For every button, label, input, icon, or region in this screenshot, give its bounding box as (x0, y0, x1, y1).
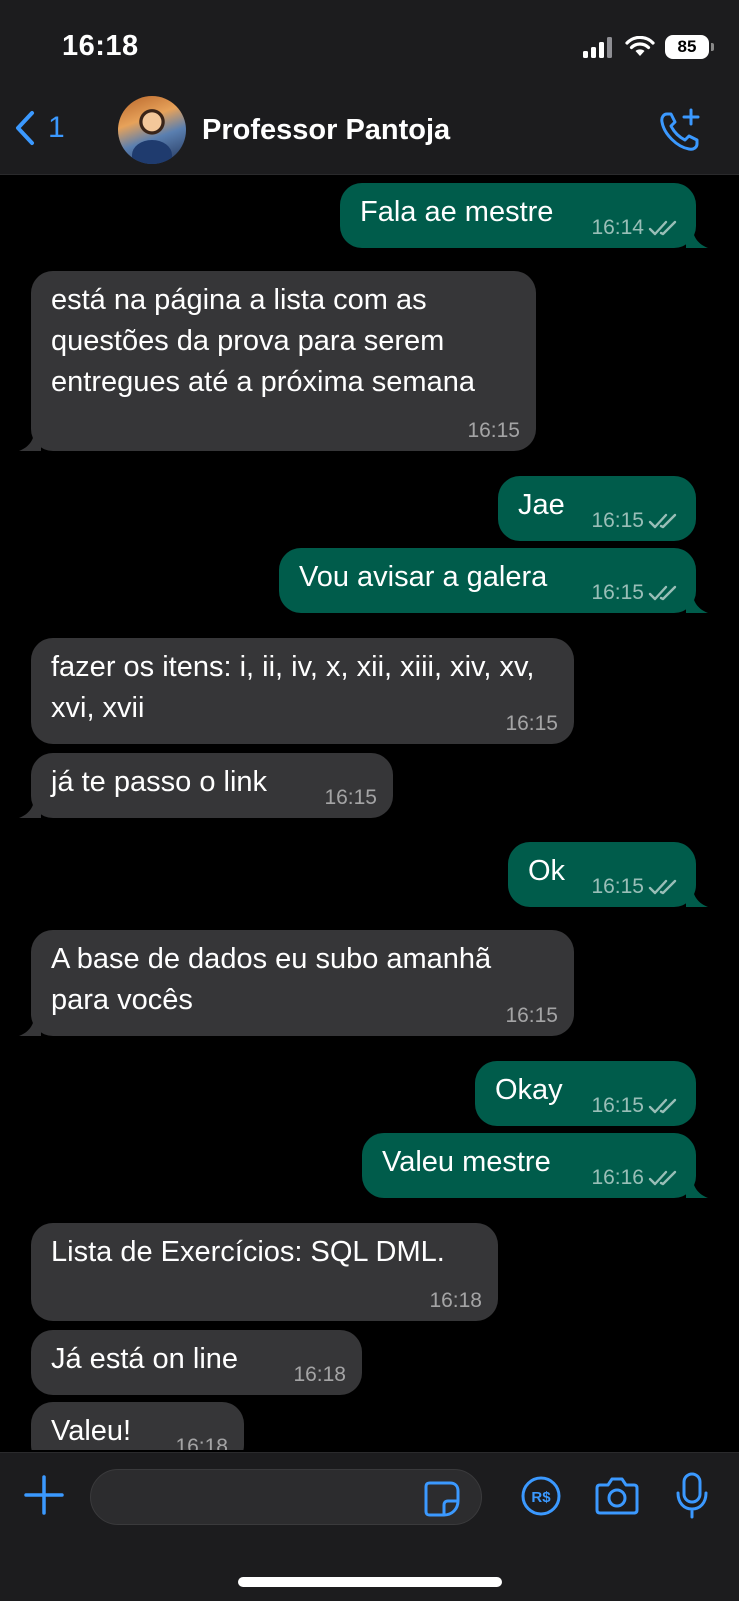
message-bubble-outgoing[interactable]: Vou avisar a galera 16:15 (279, 548, 708, 613)
message-bubble-incoming[interactable]: fazer os itens: i, ii, iv, x, xii, xiii,… (31, 638, 574, 744)
message-bubble-outgoing[interactable]: Fala ae mestre 16:14 (340, 183, 708, 248)
battery-level: 85 (677, 37, 697, 56)
message-time: 16:18 (175, 1435, 228, 1450)
message-meta: 16:15 (591, 875, 680, 899)
message-text: está na página a lista com as questões d… (51, 284, 475, 398)
chevron-left-icon (16, 111, 34, 145)
status-icons: 85 (583, 34, 714, 60)
home-indicator (238, 1577, 502, 1587)
payment-icon[interactable]: R$ (520, 1475, 562, 1517)
message-meta: 16:15 (505, 712, 558, 736)
message-time: 16:15 (505, 1004, 558, 1027)
message-meta: 16:15 (505, 1004, 558, 1028)
message-time: 16:15 (505, 712, 558, 735)
message-meta: 16:15 (467, 419, 520, 443)
bubble-tail (19, 1016, 41, 1036)
message-meta: 16:14 (591, 216, 680, 240)
avatar[interactable] (118, 96, 186, 164)
double-check-icon (648, 1170, 677, 1186)
bubble-tail (686, 593, 708, 613)
status-bar: 16:18 85 (0, 0, 739, 90)
double-check-icon (648, 879, 677, 895)
sticker-icon[interactable] (422, 1479, 462, 1519)
signal-icon (583, 37, 612, 58)
double-check-icon (648, 220, 677, 236)
message-bubble-incoming[interactable]: já te passo o link 16:15 (19, 753, 393, 818)
message-bubble-incoming[interactable]: está na página a lista com as questões d… (19, 271, 536, 451)
message-time: 16:15 (324, 786, 377, 809)
bubble-tail (686, 228, 708, 248)
message-meta: 16:15 (591, 509, 680, 533)
message-meta: 16:16 (591, 1166, 680, 1190)
message-bubble-incoming[interactable]: A base de dados eu subo amanhã para você… (19, 930, 574, 1036)
message-meta: 16:15 (324, 786, 377, 810)
double-check-icon (648, 513, 677, 529)
microphone-icon[interactable] (674, 1471, 710, 1521)
contact-name[interactable]: Professor Pantoja (202, 114, 450, 147)
message-time: 16:15 (591, 875, 644, 898)
message-meta: 16:15 (591, 581, 680, 605)
message-time: 16:15 (591, 509, 644, 532)
bubble-tail (686, 1178, 708, 1198)
message-meta: 16:18 (429, 1289, 482, 1313)
message-bubble-outgoing[interactable]: Okay 16:15 (475, 1061, 696, 1126)
plus-icon[interactable] (22, 1473, 66, 1517)
chat-header: 1 Professor Pantoja (0, 90, 739, 175)
message-time: 16:16 (591, 1166, 644, 1189)
message-bubble-outgoing[interactable]: Valeu mestre 16:16 (362, 1133, 708, 1198)
battery-icon: 85 (665, 35, 714, 59)
camera-icon[interactable] (594, 1475, 640, 1517)
message-time: 16:18 (293, 1363, 346, 1386)
conversation[interactable]: Fala ae mestre 16:14 está na página a li… (0, 175, 739, 1450)
message-meta: 16:18 (175, 1435, 228, 1450)
message-bubble-incoming[interactable]: Lista de Exercícios: SQL DML. 16:18 (31, 1223, 498, 1321)
bubble-tail (686, 887, 708, 907)
unread-count: 1 (48, 111, 65, 144)
message-meta: 16:18 (293, 1363, 346, 1387)
message-text: A base de dados eu subo amanhã para você… (51, 943, 492, 1016)
message-bubble-incoming[interactable]: Já está on line 16:18 (31, 1330, 362, 1395)
back-button[interactable]: 1 (14, 110, 65, 146)
message-composer: R$ (0, 1452, 739, 1601)
message-time: 16:15 (467, 419, 520, 442)
message-time: 16:15 (591, 581, 644, 604)
message-meta: 16:15 (591, 1094, 680, 1118)
wifi-icon (625, 36, 655, 56)
svg-text:R$: R$ (531, 1489, 551, 1506)
double-check-icon (648, 585, 677, 601)
message-bubble-outgoing[interactable]: Ok 16:15 (508, 842, 708, 907)
message-bubble-outgoing[interactable]: Jae 16:15 (498, 476, 696, 541)
status-time: 16:18 (62, 30, 139, 62)
message-text: Lista de Exercícios: SQL DML. (51, 1236, 445, 1268)
message-time: 16:18 (429, 1289, 482, 1312)
message-time: 16:14 (591, 216, 644, 239)
message-time: 16:15 (591, 1094, 644, 1117)
bubble-tail (19, 431, 41, 451)
message-bubble-incoming[interactable]: Valeu! 16:18 (31, 1402, 244, 1450)
message-text: fazer os itens: i, ii, iv, x, xii, xiii,… (51, 651, 535, 724)
double-check-icon (648, 1098, 677, 1114)
add-call-icon[interactable] (657, 108, 703, 154)
bubble-tail (19, 798, 41, 818)
